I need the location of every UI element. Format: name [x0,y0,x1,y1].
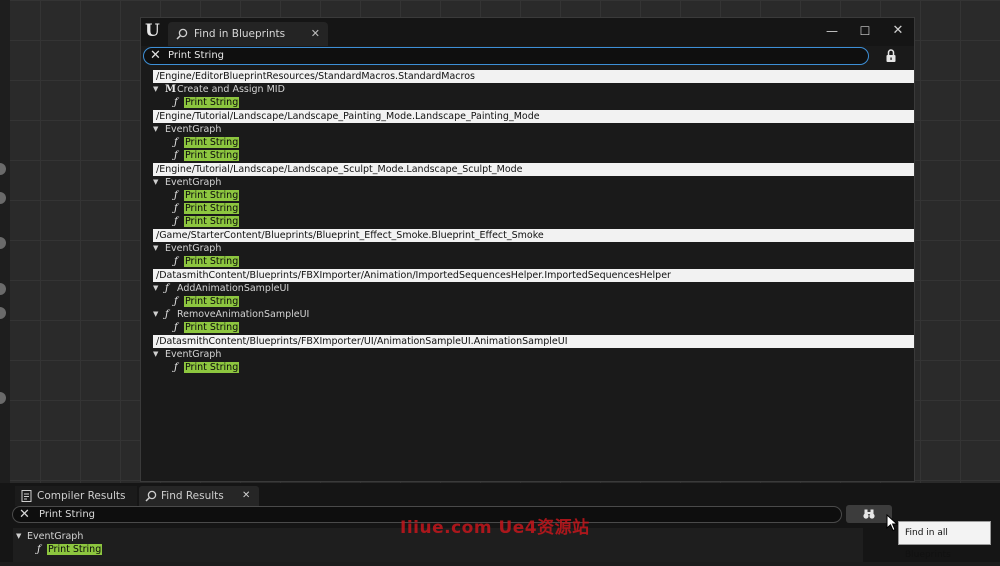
function-icon: ƒ [165,309,169,320]
result-label: Print String [184,296,240,307]
function-icon: ƒ [174,97,178,108]
tab-compiler-results[interactable]: Compiler Results [15,486,137,506]
result-path-row[interactable]: /Engine/EditorBlueprintResources/Standar… [144,70,914,83]
function-icon: ƒ [174,203,178,214]
close-icon[interactable]: ✕ [242,490,250,501]
group-label: EventGraph [27,531,84,542]
group-label: EventGraph [165,124,222,135]
result-label: Print String [184,362,240,373]
chevron-down-icon[interactable]: ▼ [153,242,161,255]
find-in-blueprints-window: U Find in Blueprints ✕ — ☐ ✕ ✕ Print Str… [140,17,915,482]
result-path-row[interactable]: /Engine/Tutorial/Landscape/Landscape_Pai… [144,110,914,123]
chevron-down-icon[interactable]: ▼ [153,123,161,136]
function-icon: ƒ [37,544,41,555]
tab-label: Find in Blueprints [194,28,286,40]
function-icon: ƒ [174,322,178,333]
chevron-down-icon[interactable]: ▼ [153,282,161,295]
search-icon [145,490,157,502]
watermark: Iiiue.com Ue4资源站 [400,518,590,538]
chevron-down-icon[interactable]: ▼ [153,308,161,321]
chevron-down-icon[interactable]: ▼ [153,348,161,361]
unreal-logo-icon: U [145,21,160,41]
search-input[interactable]: ✕ Print String [143,47,869,65]
clear-search-icon[interactable]: ✕ [150,49,161,63]
minimize-button[interactable]: — [824,23,840,39]
group-label: Create and Assign MID [177,84,285,95]
close-window-button[interactable]: ✕ [890,23,906,39]
tree-item-row[interactable]: ƒ Print String [144,189,914,202]
group-label: EventGraph [165,243,222,254]
result-label: Print String [47,544,103,555]
group-label: EventGraph [165,177,222,188]
tree-item-row[interactable]: ƒ Print String [144,361,914,374]
tree-group-row[interactable]: ▼ ƒ AddAnimationSampleUI [144,282,914,295]
chevron-down-icon[interactable]: ▼ [16,530,24,543]
result-path-row[interactable]: /Game/StarterContent/Blueprints/Blueprin… [144,229,914,242]
search-results-tree: /Engine/EditorBlueprintResources/Standar… [144,69,914,374]
result-path-row[interactable]: /DatasmithContent/Blueprints/FBXImporter… [144,269,914,282]
function-icon: ƒ [174,256,178,267]
group-label: EventGraph [165,349,222,360]
result-label: Print String [184,190,240,201]
search-value: Print String [168,50,225,61]
tree-item-row[interactable]: ƒ Print String [144,136,914,149]
tree-item-row[interactable]: ƒ Print String [144,215,914,228]
group-label: AddAnimationSampleUI [177,283,290,294]
tree-group-row[interactable]: ▼ ƒ RemoveAnimationSampleUI [144,308,914,321]
tab-label: Find Results [161,490,224,502]
result-label: Print String [184,150,240,161]
tab-find-in-blueprints[interactable]: Find in Blueprints ✕ [168,22,328,46]
tab-find-results[interactable]: Find Results ✕ [139,486,259,506]
tree-item-row[interactable]: ƒ Print String [144,149,914,162]
function-icon: ƒ [174,190,178,201]
tooltip: Find in all Blueprints [898,521,991,560]
mouse-cursor-icon [886,514,898,532]
function-icon: ƒ [174,150,178,161]
tree-item-row[interactable]: ƒ Print String [144,321,914,334]
tab-label: Compiler Results [37,490,126,502]
tree-group-row[interactable]: ▼ EventGraph [144,348,914,361]
tree-group-row[interactable]: ▼ M Create and Assign MID [144,83,914,96]
compiler-results-icon [21,490,32,502]
tree-item-row[interactable]: ƒ Print String [144,255,914,268]
result-label: Print String [184,256,240,267]
function-icon: ƒ [174,296,178,307]
tree-group-row[interactable]: ▼ EventGraph [144,123,914,136]
macro-icon: M [165,84,177,95]
result-label: Print String [184,322,240,333]
binoculars-icon [863,509,875,519]
search-value: Print String [39,509,96,520]
chevron-down-icon[interactable]: ▼ [153,176,161,189]
tree-group-row[interactable]: ▼ EventGraph [144,176,914,189]
search-icon [176,28,188,40]
result-path-row[interactable]: /Engine/Tutorial/Landscape/Landscape_Scu… [144,163,914,176]
function-icon: ƒ [165,283,169,294]
result-path-row[interactable]: /DatasmithContent/Blueprints/FBXImporter… [144,335,914,348]
tree-item-row[interactable]: ƒ Print String [144,295,914,308]
result-label: Print String [184,137,240,148]
tree-item-row[interactable]: ƒ Print String [144,202,914,215]
tree-item-row[interactable]: ƒ Print String [13,543,213,556]
maximize-button[interactable]: ☐ [857,23,873,39]
group-label: RemoveAnimationSampleUI [177,309,310,320]
window-titlebar[interactable]: U Find in Blueprints ✕ — ☐ ✕ [141,18,914,46]
tree-group-row[interactable]: ▼ EventGraph [144,242,914,255]
close-icon[interactable]: ✕ [311,27,320,40]
function-icon: ƒ [174,137,178,148]
tree-item-row[interactable]: ƒ Print String [144,96,914,109]
result-label: Print String [184,203,240,214]
clear-search-icon[interactable]: ✕ [19,508,30,521]
result-label: Print String [184,216,240,227]
chevron-down-icon[interactable]: ▼ [153,83,161,96]
function-icon: ƒ [174,362,178,373]
tree-group-row[interactable]: ▼ EventGraph [13,530,213,543]
lock-icon[interactable] [882,47,900,65]
function-icon: ƒ [174,216,178,227]
result-label: Print String [184,97,240,108]
